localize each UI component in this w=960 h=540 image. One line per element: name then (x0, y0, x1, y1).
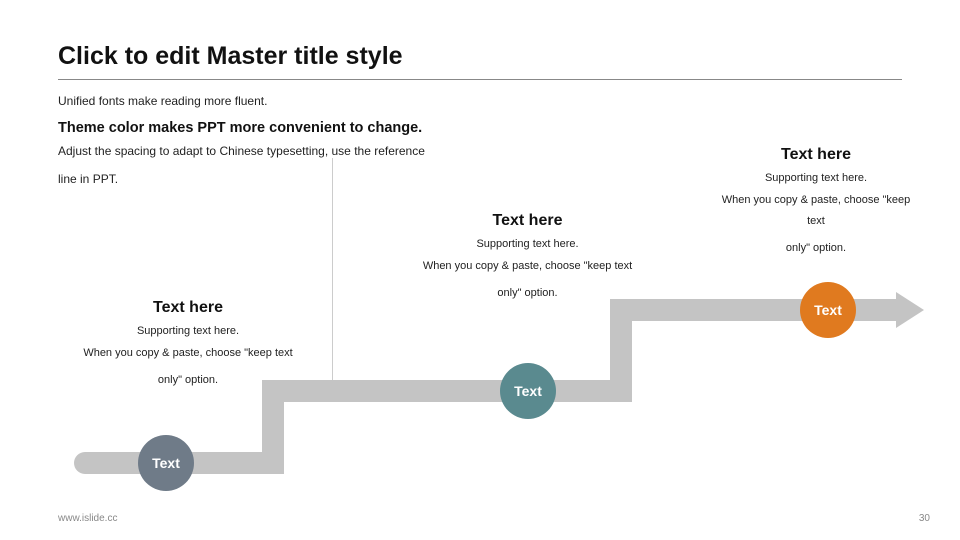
title-divider (58, 79, 902, 80)
vertical-divider (332, 158, 333, 392)
text-block-right: Text here Supporting text here. When you… (716, 146, 916, 259)
text-block-left: Text here Supporting text here. When you… (58, 299, 318, 391)
page-title[interactable]: Click to edit Master title style (58, 42, 902, 77)
text-block-support: Supporting text here. (716, 172, 916, 184)
step-dot-label: Text (514, 383, 542, 399)
text-block-heading: Text here (716, 146, 916, 164)
text-block-heading: Text here (410, 212, 645, 230)
arrow-head-icon (896, 292, 924, 328)
text-block-support: Supporting text here. (410, 238, 645, 250)
text-block-mid: Text here Supporting text here. When you… (410, 212, 645, 304)
text-block-desc-1: When you copy & paste, choose "keep text (410, 256, 645, 277)
page-number: 30 (919, 513, 930, 524)
step-dot-label: Text (814, 302, 842, 318)
text-block-desc-1: When you copy & paste, choose "keep text (716, 190, 916, 232)
arrow-segment-mid-h (262, 380, 632, 402)
subtitle-line-1: Unified fonts make reading more fluent. (58, 94, 902, 108)
step-dot-label: Text (152, 455, 180, 471)
step-dot-3: Text (800, 282, 856, 338)
subtitle-line-2: Theme color makes PPT more convenient to… (58, 120, 902, 136)
text-block-desc-2: only" option. (716, 238, 916, 259)
footer-url: www.islide.cc (58, 513, 117, 524)
text-block-desc-1: When you copy & paste, choose "keep text (58, 343, 318, 364)
step-dot-1: Text (138, 435, 194, 491)
step-dot-2: Text (500, 363, 556, 419)
text-block-support: Supporting text here. (58, 325, 318, 337)
text-block-heading: Text here (58, 299, 318, 317)
